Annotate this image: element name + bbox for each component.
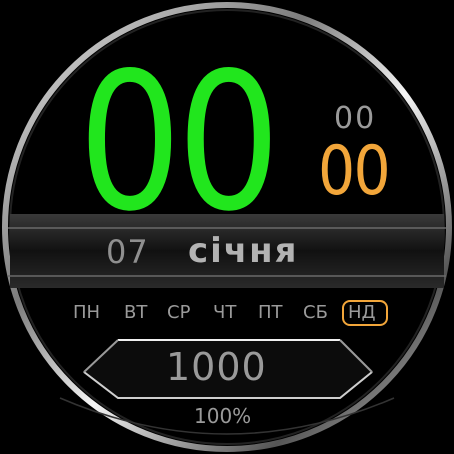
date-month: січня (188, 231, 299, 271)
weekday-sun: НД (348, 302, 376, 323)
weekday-tue: ВТ (124, 302, 148, 323)
battery-level: 100% (194, 404, 252, 428)
watch-face: 00 00 00 07 січня ПН ВТ СР ЧТ ПТ СБ НД 1… (0, 0, 454, 454)
weekday-thu: ЧТ (213, 302, 237, 323)
weekday-sat: СБ (303, 302, 328, 323)
minutes-display: 00 (318, 132, 391, 211)
weekday-wed: СР (167, 302, 191, 323)
hours-display: 00 (78, 32, 281, 253)
seconds-display: 00 (334, 101, 377, 136)
weekday-mon: ПН (73, 302, 101, 323)
steps-count: 1000 (166, 345, 267, 389)
date-day: 07 (106, 233, 149, 271)
weekday-fri: ПТ (258, 302, 283, 323)
